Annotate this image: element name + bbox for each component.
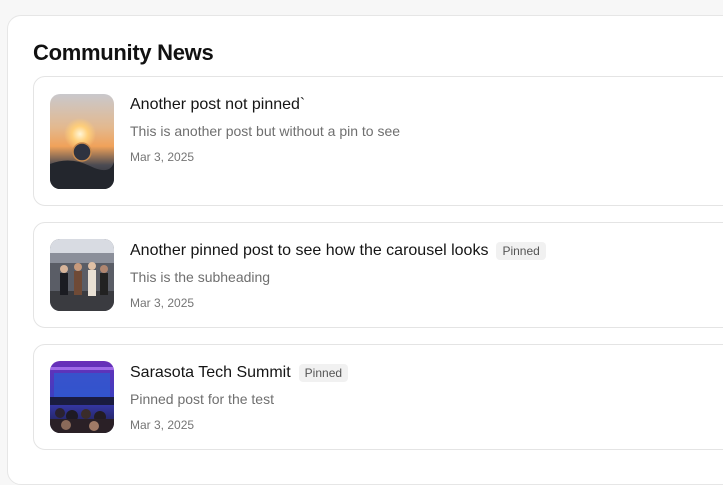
post-card[interactable]: Another post not pinned` This is another… [33,76,723,206]
post-date: Mar 3, 2025 [130,150,195,164]
post-date: Mar 3, 2025 [130,296,195,310]
section-title: Community News [33,40,214,65]
pinned-badge: Pinned [496,242,546,260]
post-subheading: This is the subheading [130,269,271,285]
post-subheading: This is another post but without a pin t… [130,123,401,139]
community-news-panel: Community News Another post not pinned` … [7,15,723,485]
post-title[interactable]: Another pinned post to see how the carou… [130,242,488,260]
post-title[interactable]: Another post not pinned` [130,96,305,114]
post-card[interactable]: Another pinned post to see how the carou… [33,222,723,328]
post-title[interactable]: Sarasota Tech Summit [130,364,291,382]
post-thumbnail [50,239,114,311]
pinned-badge: Pinned [298,364,349,382]
post-thumbnail [50,94,114,189]
post-subheading: Pinned post for the test [130,391,274,407]
post-date: Mar 3, 2025 [130,418,195,432]
post-thumbnail [50,361,114,433]
post-card[interactable]: Sarasota Tech Summit Pinned Pinned post … [33,344,723,450]
